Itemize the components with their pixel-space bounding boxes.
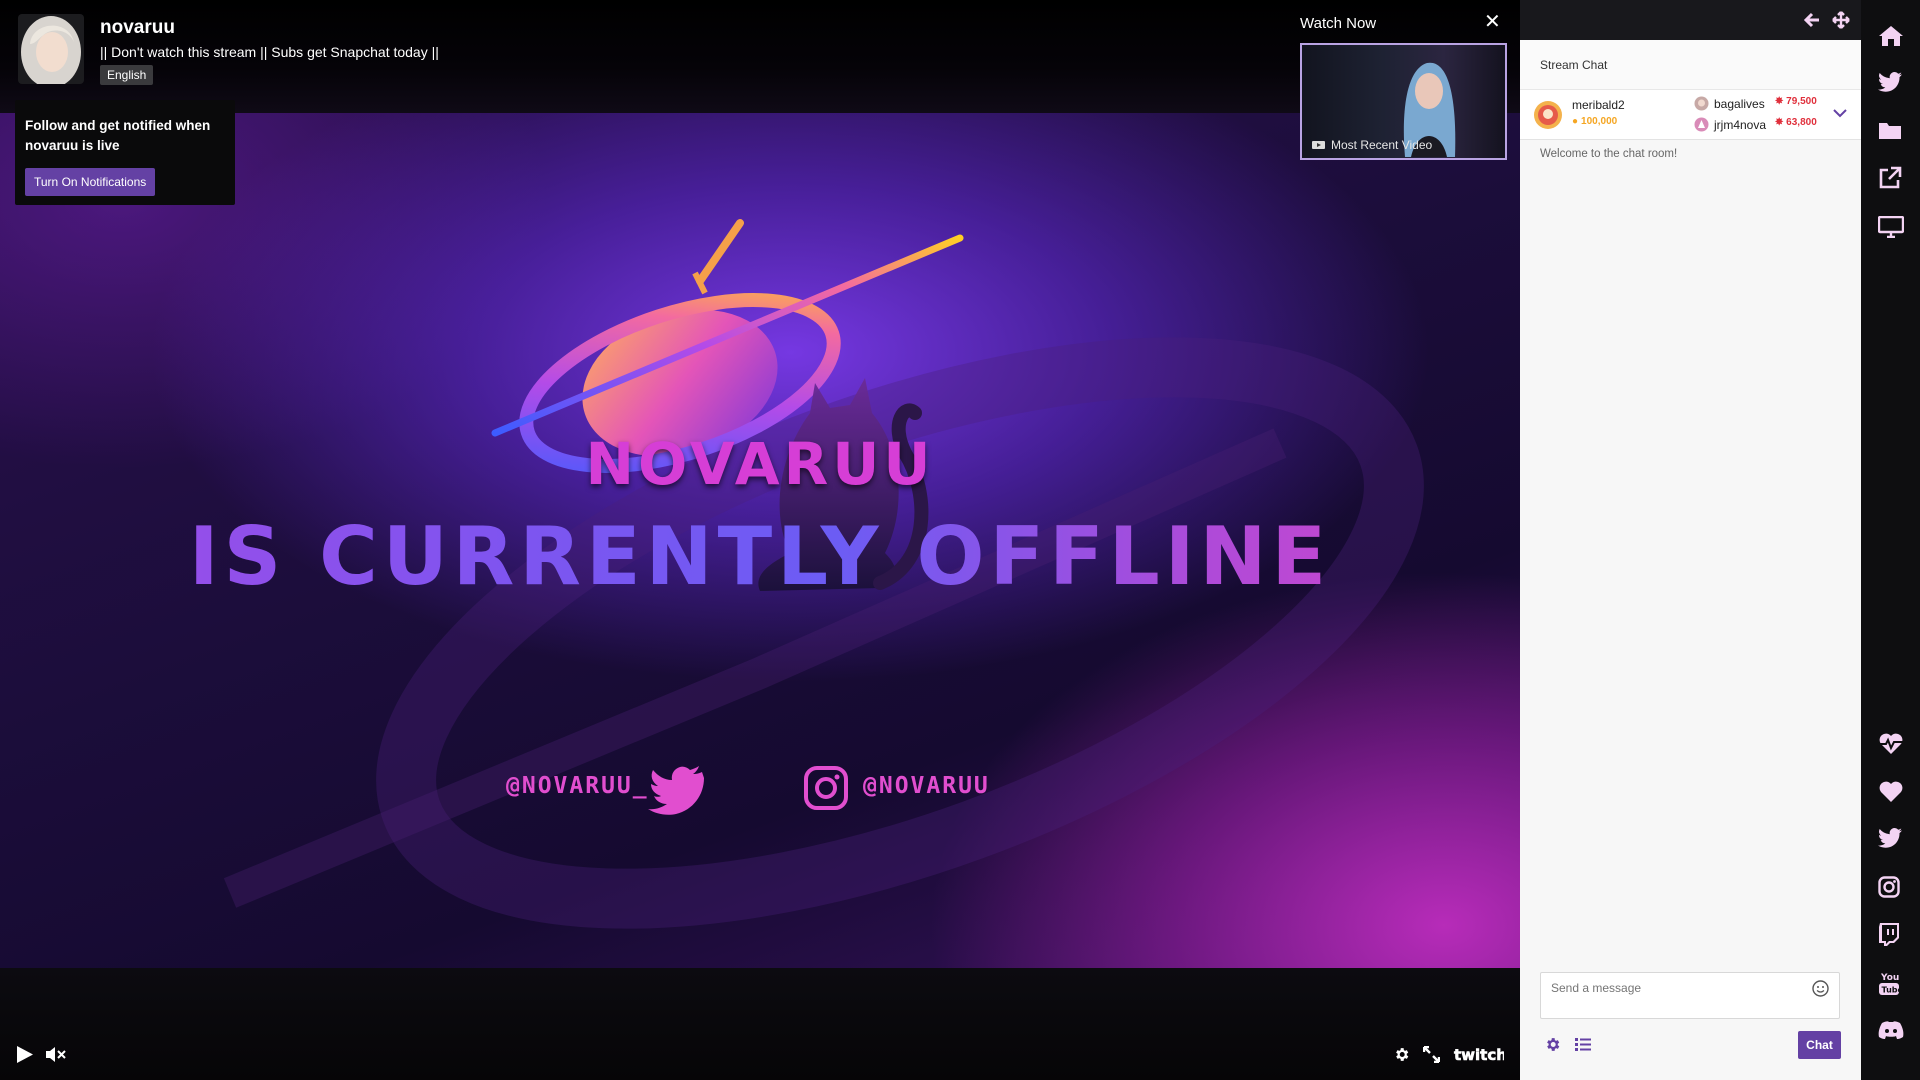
twitter-bottom-icon[interactable]: [1878, 828, 1904, 854]
move-icon[interactable]: [1832, 11, 1850, 34]
leader-username: meribald2: [1572, 98, 1625, 112]
home-icon[interactable]: [1878, 24, 1904, 50]
most-recent-video-thumbnail[interactable]: Most Recent Video: [1300, 43, 1507, 160]
heartbeat-icon[interactable]: [1878, 732, 1904, 758]
turn-on-notifications-button[interactable]: Turn On Notifications: [25, 168, 156, 196]
chat-send-button[interactable]: Chat: [1798, 1031, 1841, 1059]
offline-instagram-icon: [804, 766, 848, 810]
chat-header: Stream Chat: [1520, 40, 1861, 90]
third-points: ✸ 63,800: [1775, 117, 1817, 128]
third-points-value: 63,800: [1786, 117, 1817, 128]
play-icon[interactable]: [16, 1045, 34, 1069]
second-points-value: 79,500: [1786, 96, 1817, 107]
leader-avatar: [1534, 101, 1562, 129]
channel-name[interactable]: novaruu: [100, 17, 175, 39]
offline-channel-name: NOVARUU: [585, 430, 935, 498]
external-link-icon[interactable]: [1878, 166, 1904, 192]
mute-icon[interactable]: [45, 1046, 67, 1068]
second-avatar: [1694, 96, 1709, 111]
channel-avatar[interactable]: [18, 14, 84, 84]
points-star-icon: ✸: [1775, 96, 1784, 107]
chat-leaderboard[interactable]: meribald2 ● 100,000 bagalives ✸ 79,500 jr…: [1520, 90, 1861, 140]
stream-title: || Don't watch this stream || Subs get S…: [100, 44, 439, 60]
avatar-image: [18, 14, 84, 84]
second-points: ✸ 79,500: [1775, 96, 1817, 107]
instagram-handle: @NOVARUU: [863, 773, 990, 799]
thumbnail-caption: Most Recent Video: [1312, 138, 1432, 152]
svg-text:twitch: twitch: [1454, 1046, 1504, 1064]
chat-top-bar: [1520, 0, 1861, 40]
follow-popup-text: Follow and get notified when novaruu is …: [25, 118, 211, 153]
youtube-icon[interactable]: You Tube: [1878, 970, 1904, 996]
viewer-list-icon[interactable]: [1575, 1037, 1591, 1057]
chat-settings-gear-icon[interactable]: [1544, 1036, 1561, 1058]
twitter-icon[interactable]: [1878, 72, 1904, 98]
chat-message-box[interactable]: [1540, 972, 1840, 1019]
thumbnail-caption-text: Most Recent Video: [1331, 138, 1433, 152]
discord-icon[interactable]: [1878, 1020, 1904, 1046]
offline-twitter-icon: [648, 766, 704, 815]
offline-status-text: IS CURRENTLY OFFLINE: [0, 510, 1520, 603]
chevron-down-icon[interactable]: [1833, 108, 1847, 118]
monitor-icon[interactable]: [1877, 215, 1905, 242]
language-badge[interactable]: English: [100, 65, 154, 85]
watch-now-title: Watch Now: [1300, 15, 1377, 32]
chat-welcome-message: Welcome to the chat room!: [1540, 148, 1678, 160]
leader-points: ● 100,000: [1572, 116, 1617, 127]
close-icon[interactable]: ✕: [1484, 12, 1501, 32]
right-sidebar: You Tube: [1861, 0, 1920, 1080]
points-star-icon: ✸: [1775, 117, 1784, 128]
leader-points-value: 100,000: [1581, 116, 1618, 127]
svg-text:Tube: Tube: [1882, 986, 1901, 995]
chat-header-title: Stream Chat: [1540, 58, 1608, 72]
fullscreen-icon[interactable]: [1422, 1045, 1441, 1068]
instagram-icon[interactable]: [1878, 876, 1904, 902]
third-avatar: [1694, 117, 1709, 132]
player-controls-bar: [0, 968, 1520, 1080]
folder-icon[interactable]: [1878, 120, 1904, 146]
video-icon: [1312, 141, 1325, 149]
arrow-left-icon[interactable]: [1803, 12, 1820, 33]
twitch-logo[interactable]: twitch: [1452, 1045, 1508, 1069]
twitch-icon[interactable]: [1878, 922, 1904, 948]
second-username: bagalives: [1714, 97, 1765, 111]
follow-notification-popup: Follow and get notified when novaruu is …: [15, 100, 235, 205]
heart-icon[interactable]: [1878, 780, 1904, 806]
video-player[interactable]: NOVARUU IS CURRENTLY OFFLINE @NOVARUU_ @…: [0, 0, 1520, 1080]
chat-message-input[interactable]: [1551, 981, 1801, 995]
third-username: jrjm4nova: [1714, 118, 1767, 132]
chat-panel: Stream Chat meribald2 ● 100,000 bagalives…: [1520, 0, 1861, 1080]
twitter-handle: @NOVARUU_: [506, 773, 649, 799]
settings-gear-icon[interactable]: [1393, 1046, 1410, 1068]
svg-text:You: You: [1880, 973, 1899, 983]
points-icon: ●: [1572, 116, 1579, 127]
emoji-icon[interactable]: [1812, 980, 1829, 997]
